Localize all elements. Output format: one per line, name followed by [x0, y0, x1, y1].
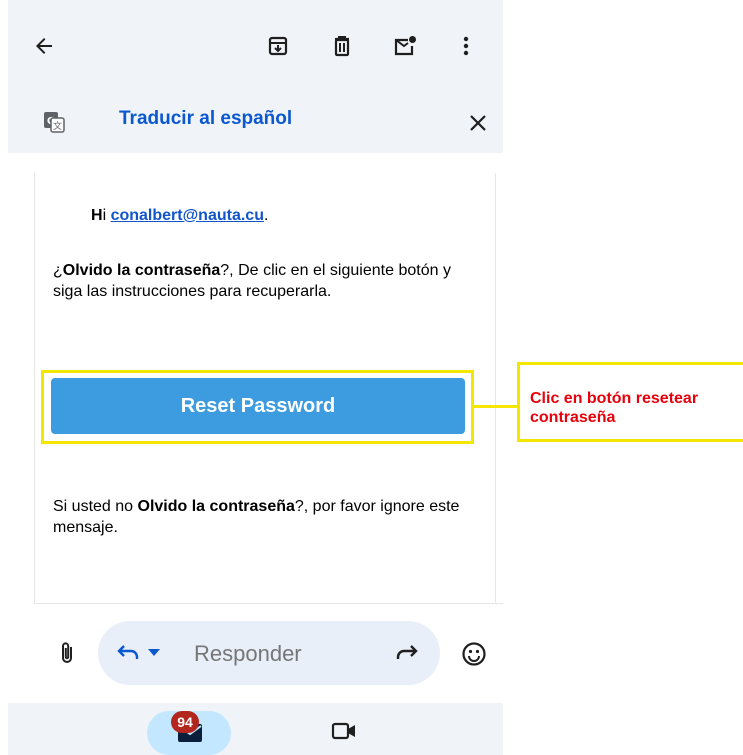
unread-badge: 94 — [171, 711, 199, 733]
translate-bar: G文 Traducir al español — [8, 92, 503, 153]
forward-icon[interactable] — [394, 641, 422, 665]
greeting-i: i — [102, 207, 111, 224]
svg-text:文: 文 — [53, 120, 62, 132]
para2-bold: Olvido la contraseña — [137, 498, 295, 515]
reply-placeholder: Responder — [194, 641, 302, 666]
google-translate-icon: G文 — [40, 108, 68, 136]
reply-input[interactable]: Responder — [98, 621, 440, 685]
spacer — [8, 153, 503, 173]
para1-bold: Olvido la contraseña — [62, 262, 221, 279]
email-address-link[interactable]: conalbert@nauta.cu — [111, 207, 264, 224]
emoji-icon[interactable] — [458, 638, 490, 670]
more-vert-icon[interactable] — [446, 26, 486, 66]
greeting-end: . — [263, 207, 269, 224]
chevron-down-icon[interactable] — [144, 643, 164, 663]
back-arrow-icon[interactable] — [24, 26, 64, 66]
meet-video-icon[interactable] — [326, 715, 362, 747]
forgot-password-paragraph: ¿Olvido la contraseña?, De clic en el si… — [53, 260, 451, 302]
attachment-icon[interactable] — [52, 638, 82, 668]
translate-link[interactable]: Traducir al español — [119, 108, 292, 130]
reply-icon[interactable] — [112, 641, 142, 665]
annotation-callout: Clic en botón resetear contraseña — [517, 362, 743, 442]
bottom-navigation: 94 — [8, 703, 503, 755]
greeting: Hi conalbert@nauta.cu. — [91, 207, 268, 225]
mark-unread-icon[interactable] — [385, 26, 425, 66]
delete-icon[interactable] — [322, 26, 362, 66]
ignore-message-paragraph: Si usted no Olvido la contraseña?, por f… — [53, 496, 473, 538]
greeting-h: H — [91, 207, 103, 224]
annotation-text: Clic en botón resetear contraseña — [530, 390, 699, 426]
close-icon[interactable] — [461, 106, 495, 140]
top-toolbar — [8, 0, 503, 92]
para1-start: ¿ — [53, 262, 63, 279]
para2-start: Si usted no — [53, 498, 138, 515]
reply-bar: Responder — [34, 603, 503, 704]
archive-icon[interactable] — [258, 26, 298, 66]
reset-button-highlight — [41, 370, 474, 444]
annotation-connector — [474, 405, 519, 408]
